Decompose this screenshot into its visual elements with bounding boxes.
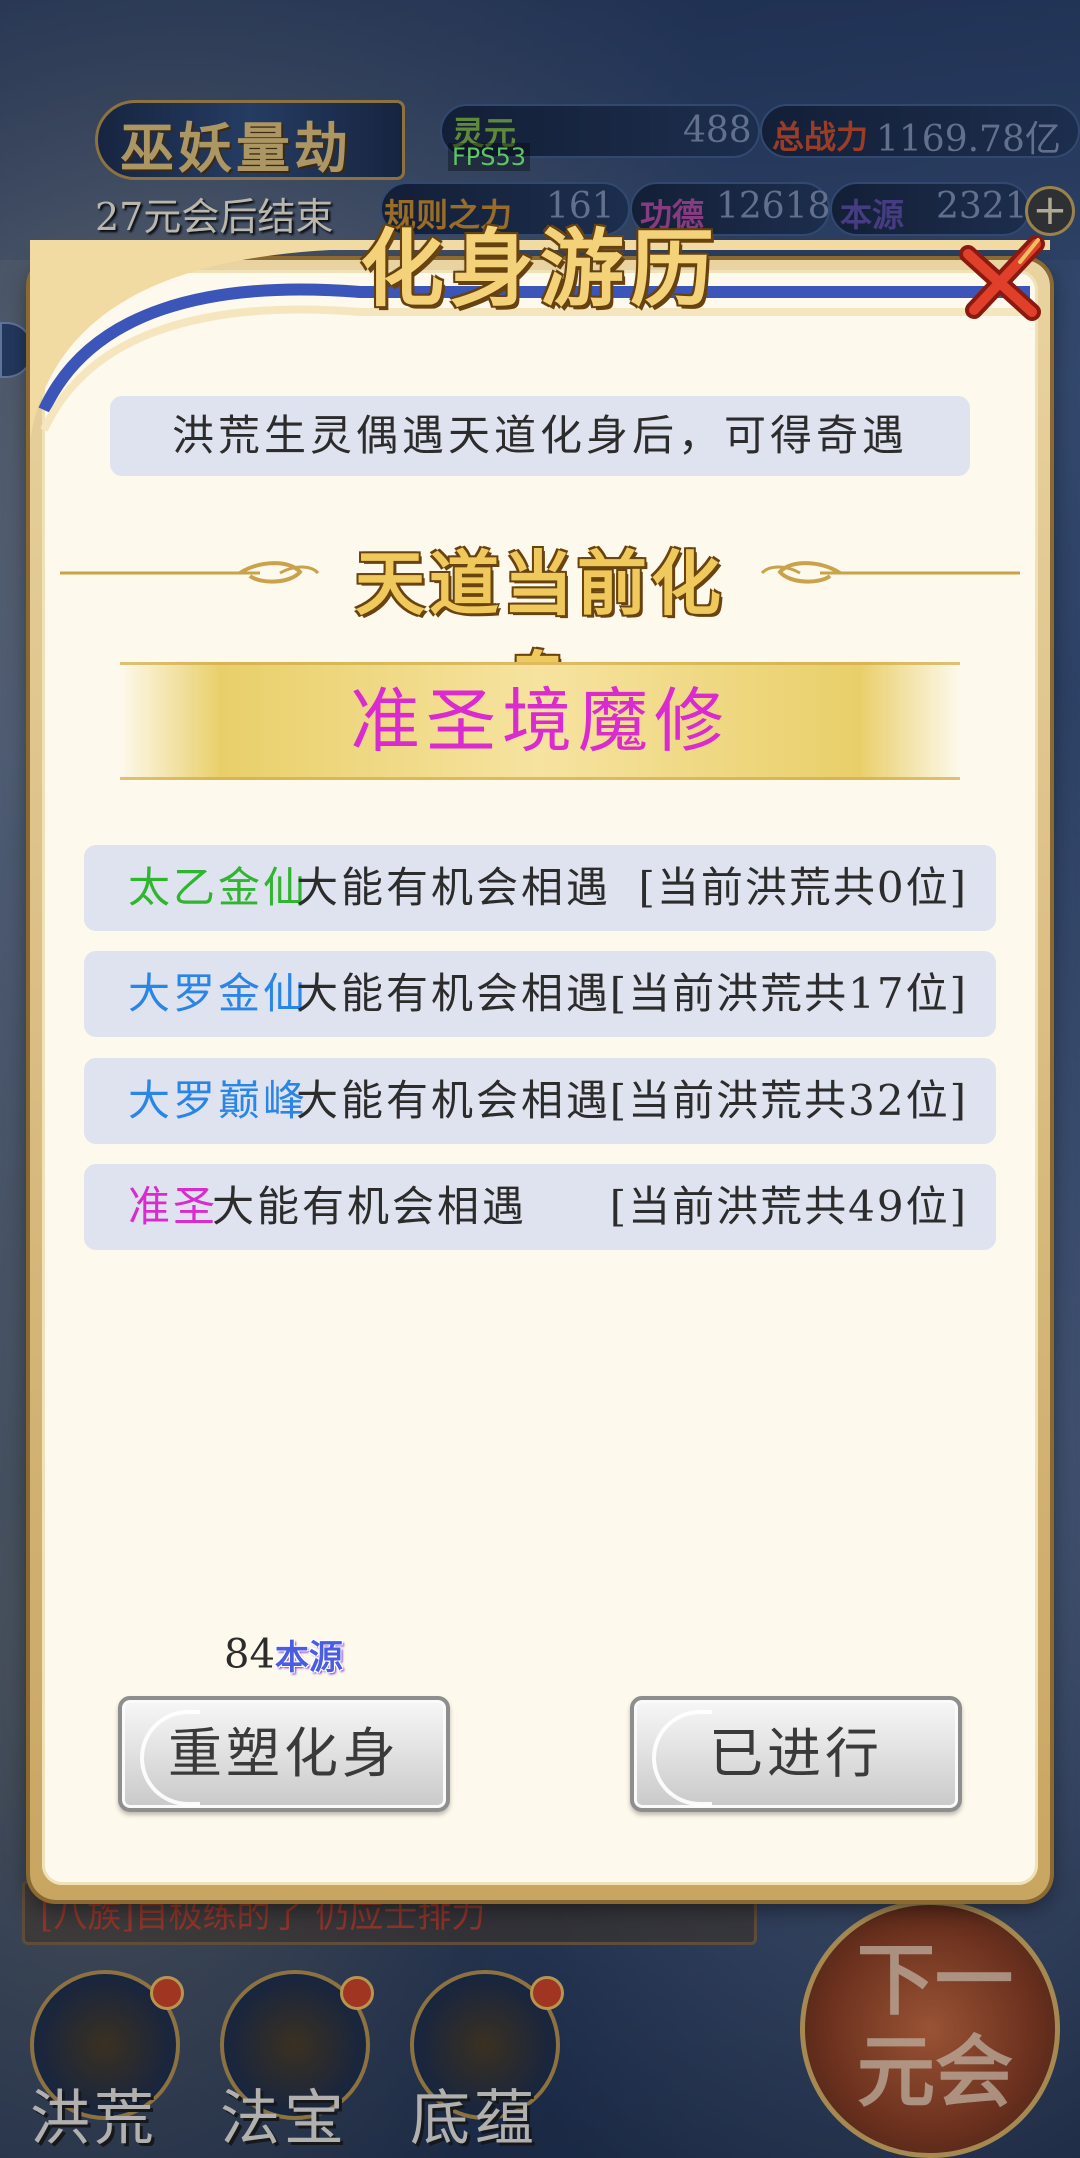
close-x-icon[interactable]: [958, 232, 1048, 322]
reshape-cost: 84本源: [224, 1630, 343, 1680]
intro-text: 洪荒生灵偶遇天道化身后，可得奇遇: [110, 396, 970, 476]
origin-currency-icon: 本源: [274, 1638, 343, 1678]
realm-desc: 大能有机会相遇: [212, 1182, 528, 1231]
reshape-avatar-label: 重塑化身: [168, 1722, 400, 1785]
button-gloss: [652, 1710, 712, 1806]
section-header: 天道当前化身: [60, 528, 1020, 726]
realm-name: 大罗巅峰: [128, 1076, 309, 1125]
realm-row: 太乙金仙 大能有机会相遇 [当前洪荒共0位]: [84, 845, 996, 931]
current-avatar-name: 准圣境魔修: [350, 680, 730, 762]
dialog-title: 化身游历: [359, 219, 720, 318]
realm-name: 太乙金仙: [128, 863, 309, 912]
realm-row: 准圣 大能有机会相遇 [当前洪荒共49位]: [84, 1164, 996, 1250]
realm-row: 大罗金仙 大能有机会相遇 [当前洪荒共17位]: [84, 951, 996, 1037]
realm-desc: 大能有机会相遇: [296, 969, 612, 1018]
realm-count: [当前洪荒共0位]: [638, 863, 968, 912]
button-gloss: [140, 1710, 200, 1806]
done-button[interactable]: 已进行: [630, 1696, 962, 1812]
realm-desc: 大能有机会相遇: [296, 863, 612, 912]
realm-count: [当前洪荒共17位]: [609, 969, 968, 1018]
cost-value: 84: [224, 1631, 275, 1678]
realm-row: 大罗巅峰 大能有机会相遇 [当前洪荒共32位]: [84, 1058, 996, 1144]
right-cloud-ornament: [760, 561, 1020, 584]
realm-name: 准圣: [128, 1182, 219, 1231]
realm-count: [当前洪荒共49位]: [609, 1182, 968, 1231]
realm-name: 大罗金仙: [128, 969, 309, 1018]
realm-desc: 大能有机会相遇: [296, 1076, 612, 1125]
reshape-avatar-button[interactable]: 重塑化身: [118, 1696, 450, 1812]
done-label: 已进行: [709, 1722, 883, 1785]
section-title: 天道当前化身: [355, 542, 725, 726]
left-cloud-ornament: [60, 561, 320, 584]
realm-count: [当前洪荒共32位]: [609, 1076, 968, 1125]
